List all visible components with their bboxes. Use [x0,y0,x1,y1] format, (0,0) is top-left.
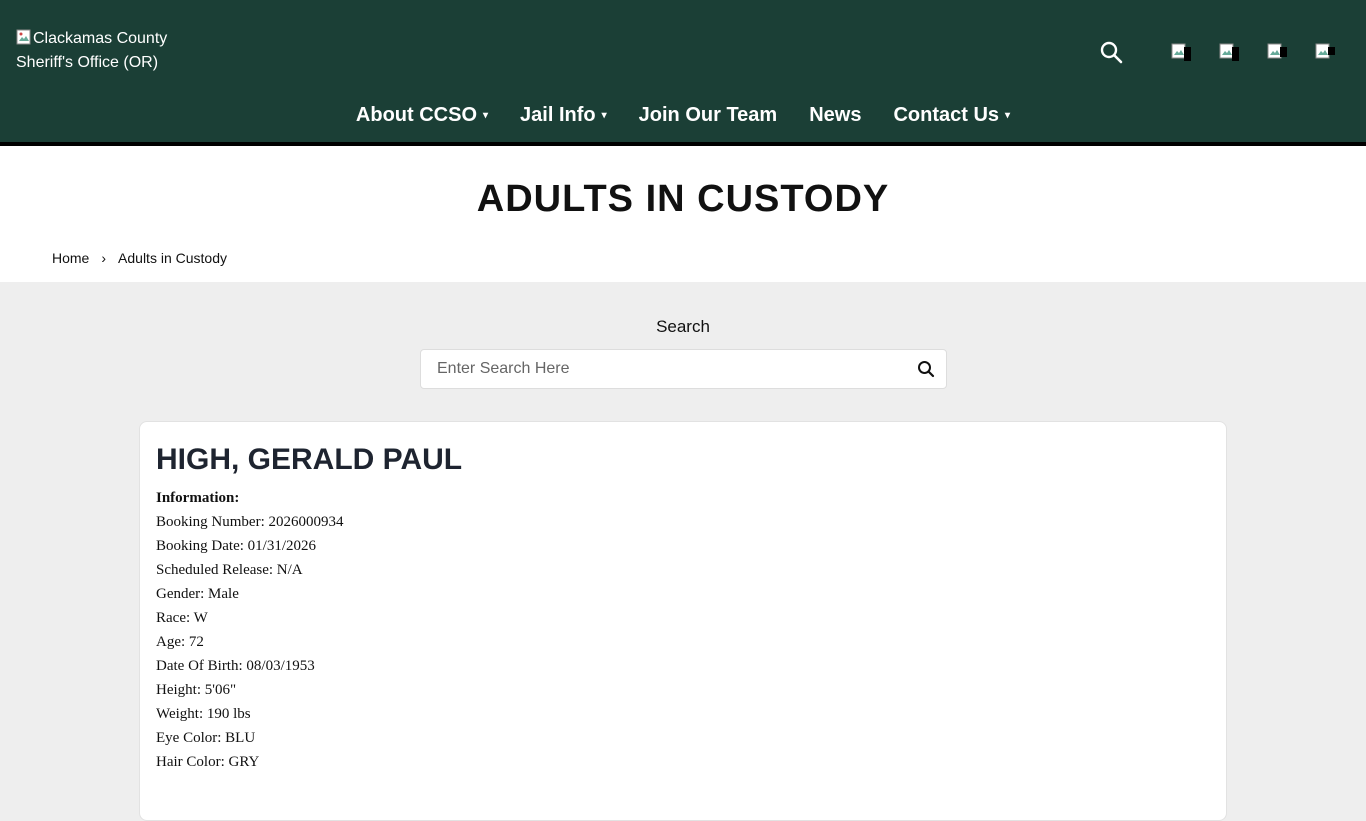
site-header: Clackamas County Sheriff's Office (OR) A… [0,0,1366,146]
broken-image-icon [16,29,32,45]
breadcrumb: Home › Adults in Custody [52,250,227,266]
inmate-name: HIGH, GERALD PAUL [156,443,463,476]
search-icon [1100,41,1123,64]
page-title: ADULTS IN CUSTODY [476,178,890,220]
broken-image-icon [1171,43,1191,61]
dropdown-caret-icon: ▾ [1005,110,1011,121]
search-box [420,349,947,389]
broken-image-icon [1315,43,1335,59]
scheduled-release: Scheduled Release: N/A [156,562,303,578]
nav-label: Contact Us [893,104,1000,126]
social-link-twitter[interactable] [1218,40,1242,64]
social-link-instagram[interactable] [1314,40,1338,64]
social-link-youtube[interactable] [1266,40,1290,64]
search-submit-button[interactable] [906,350,946,388]
eye-color: Eye Color: BLU [156,730,256,746]
nav-label: News [809,104,862,126]
inmate-record-card: HIGH, GERALD PAUL Information: Booking N… [139,421,1227,821]
nav-news[interactable]: News [809,104,861,127]
nav-jail-info[interactable]: Jail Info ▾ [520,104,607,127]
site-logo[interactable]: Clackamas County Sheriff's Office (OR) [16,27,186,75]
nav-label: About CCSO [355,104,478,126]
broken-image-icon [1219,43,1239,61]
breadcrumb-separator-icon: › [101,250,107,266]
search-input[interactable] [421,350,906,388]
broken-image-icon [1267,43,1287,59]
nav-label: Join Our Team [638,104,778,126]
breadcrumb-current: Adults in Custody [118,250,227,266]
nav-label: Jail Info [520,104,596,126]
header-icons [1098,38,1338,66]
gender: Gender: Male [156,586,239,602]
header-search-button[interactable] [1098,38,1124,66]
dropdown-caret-icon: ▾ [483,110,489,121]
info-heading: Information: [156,490,240,506]
hair-color: Hair Color: GRY [156,754,260,770]
nav-about-ccso[interactable]: About CCSO ▾ [356,104,488,127]
nav-contact-us[interactable]: Contact Us ▾ [893,104,1010,127]
nav-join-our-team[interactable]: Join Our Team [639,104,778,127]
date-of-birth: Date Of Birth: 08/03/1953 [156,658,315,674]
race: Race: W [156,610,208,626]
dropdown-caret-icon: ▾ [601,110,607,121]
weight: Weight: 190 lbs [156,706,251,722]
social-link-facebook[interactable] [1170,40,1194,64]
main-nav: About CCSO ▾ Jail Info ▾ Join Our Team New… [0,104,1366,127]
booking-number: Booking Number: 2026000934 [156,514,344,530]
age: Age: 72 [156,634,204,650]
logo-alt-text: Clackamas County Sheriff's Office (OR) [16,30,168,71]
height: Height: 5'06" [156,682,237,698]
title-band: ADULTS IN CUSTODY Home › Adults in Custo… [0,146,1366,282]
search-icon [918,361,935,378]
breadcrumb-home-link[interactable]: Home [52,250,89,266]
search-label: Search [656,317,710,336]
booking-date: Booking Date: 01/31/2026 [156,538,316,554]
